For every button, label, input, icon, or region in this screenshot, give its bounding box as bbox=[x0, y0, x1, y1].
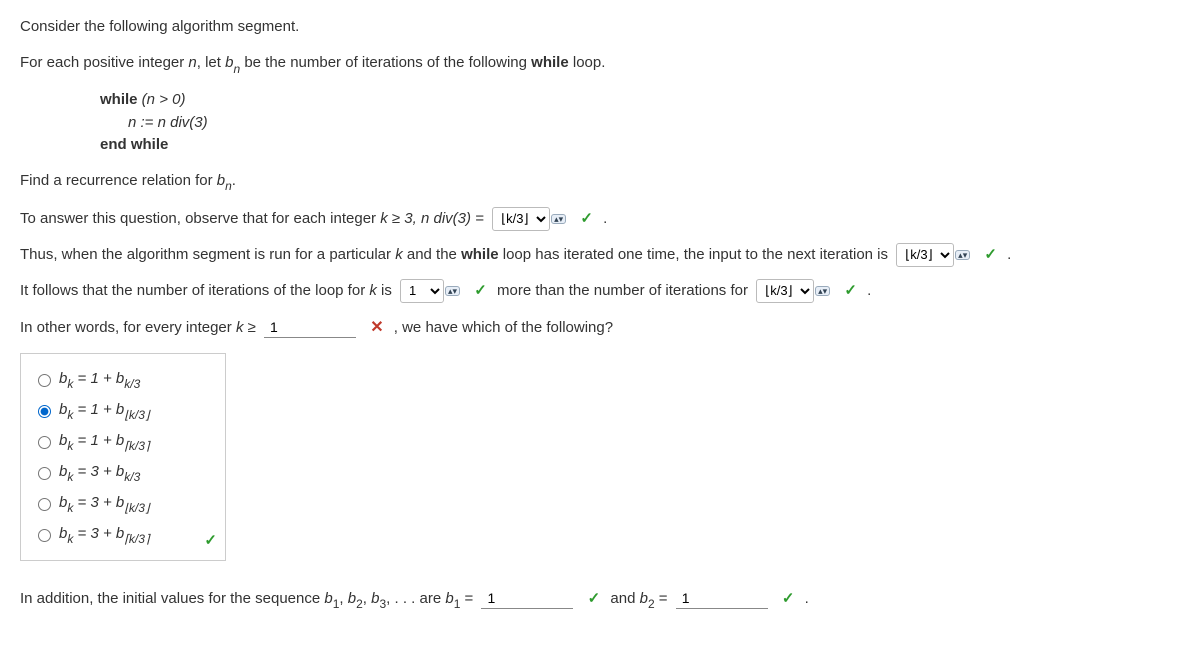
check-icon: ✓ bbox=[474, 282, 487, 299]
code-assign: n := n div(3) bbox=[128, 112, 1180, 135]
option-6[interactable]: bk = 3 + b⌈k/3⌉ bbox=[33, 519, 213, 550]
ndiv3-select[interactable]: ⌊k/3⌋ bbox=[492, 207, 550, 231]
option-3[interactable]: bk = 1 + b⌈k/3⌉ bbox=[33, 426, 213, 457]
thus-line: Thus, when the algorithm segment is run … bbox=[20, 243, 1180, 267]
radio-1[interactable] bbox=[38, 374, 51, 387]
text: , let bbox=[197, 54, 225, 71]
next-input-select[interactable]: ⌊k/3⌋ bbox=[896, 243, 954, 267]
radio-3[interactable] bbox=[38, 436, 51, 449]
x-icon: ✕ bbox=[370, 319, 383, 336]
var-n: n bbox=[188, 54, 196, 71]
b2-input[interactable] bbox=[676, 588, 768, 609]
find-recurrence: Find a recurrence relation for bn. bbox=[20, 169, 1180, 195]
text: more than the number of iterations for bbox=[497, 282, 752, 299]
text: . bbox=[1007, 246, 1011, 263]
iterations-for-select[interactable]: ⌊k/3⌋ bbox=[756, 279, 814, 303]
text: Find a recurrence relation for bbox=[20, 172, 217, 189]
kw-while: while bbox=[531, 54, 569, 71]
var-k: k bbox=[395, 246, 403, 263]
text: , we have which of the following? bbox=[394, 319, 613, 336]
text: Thus, when the algorithm segment is run … bbox=[20, 246, 395, 263]
follows-line: It follows that the number of iterations… bbox=[20, 279, 1180, 303]
intro-line-2: For each positive integer n, let bn be t… bbox=[20, 51, 1180, 77]
kw-while: while bbox=[100, 91, 138, 108]
option-5[interactable]: bk = 3 + b⌊k/3⌋ bbox=[33, 488, 213, 519]
sub-n: n bbox=[233, 62, 240, 76]
text: n div(3) = bbox=[421, 210, 488, 227]
text: is bbox=[377, 282, 396, 299]
check-icon: ✓ bbox=[588, 590, 601, 607]
text: k ≥ 3, bbox=[380, 210, 421, 227]
text: . bbox=[603, 210, 607, 227]
check-icon: ✓ bbox=[984, 246, 997, 263]
observe-line: To answer this question, observe that fo… bbox=[20, 207, 1180, 231]
intro-line-1: Consider the following algorithm segment… bbox=[20, 15, 1180, 39]
text: In other words, for every integer bbox=[20, 319, 236, 336]
text: loop. bbox=[569, 54, 606, 71]
stepper-icon: ▴▾ bbox=[551, 214, 566, 224]
text: k ≥ bbox=[236, 319, 260, 336]
option-4[interactable]: bk = 3 + bk/3 bbox=[33, 457, 213, 488]
text: loop has iterated one time, the input to… bbox=[499, 246, 893, 263]
var-k: k bbox=[369, 282, 377, 299]
kw-while: while bbox=[461, 246, 499, 263]
b1-input[interactable] bbox=[481, 588, 573, 609]
option-2[interactable]: bk = 1 + b⌊k/3⌋ bbox=[33, 395, 213, 426]
check-icon: ✓ bbox=[844, 282, 857, 299]
text: . bbox=[232, 172, 236, 189]
check-icon: ✓ bbox=[204, 526, 217, 556]
stepper-icon: ▴▾ bbox=[955, 250, 970, 260]
radio-2[interactable] bbox=[38, 405, 51, 418]
text: and the bbox=[403, 246, 461, 263]
stepper-icon: ▴▾ bbox=[445, 286, 460, 296]
text: In addition, the initial values for the … bbox=[20, 590, 324, 607]
text: . bbox=[867, 282, 871, 299]
sub-n: n bbox=[225, 179, 232, 193]
text: It follows that the number of iterations… bbox=[20, 282, 369, 299]
radio-5[interactable] bbox=[38, 498, 51, 511]
k-geq-input[interactable] bbox=[264, 317, 356, 338]
text: To answer this question, observe that fo… bbox=[20, 210, 380, 227]
code-block: while (n > 0) n := n div(3) end while bbox=[100, 89, 1180, 157]
text: be the number of iterations of the follo… bbox=[240, 54, 531, 71]
radio-6[interactable] bbox=[38, 529, 51, 542]
check-icon: ✓ bbox=[580, 210, 593, 227]
check-icon: ✓ bbox=[782, 590, 795, 607]
recurrence-options: bk = 1 + bk/3 bk = 1 + b⌊k/3⌋ bk = 1 + b… bbox=[20, 353, 226, 561]
text: For each positive integer bbox=[20, 54, 188, 71]
option-1[interactable]: bk = 1 + bk/3 bbox=[33, 364, 213, 395]
count-more-select[interactable]: 1 bbox=[400, 279, 444, 303]
radio-4[interactable] bbox=[38, 467, 51, 480]
stepper-icon: ▴▾ bbox=[815, 286, 830, 296]
other-words-line: In other words, for every integer k ≥ ✕ … bbox=[20, 315, 1180, 341]
var-b: b bbox=[217, 172, 225, 189]
kw-end-while: end while bbox=[100, 136, 168, 153]
initial-values-line: In addition, the initial values for the … bbox=[20, 587, 1180, 613]
code-cond: (n > 0) bbox=[138, 91, 186, 108]
